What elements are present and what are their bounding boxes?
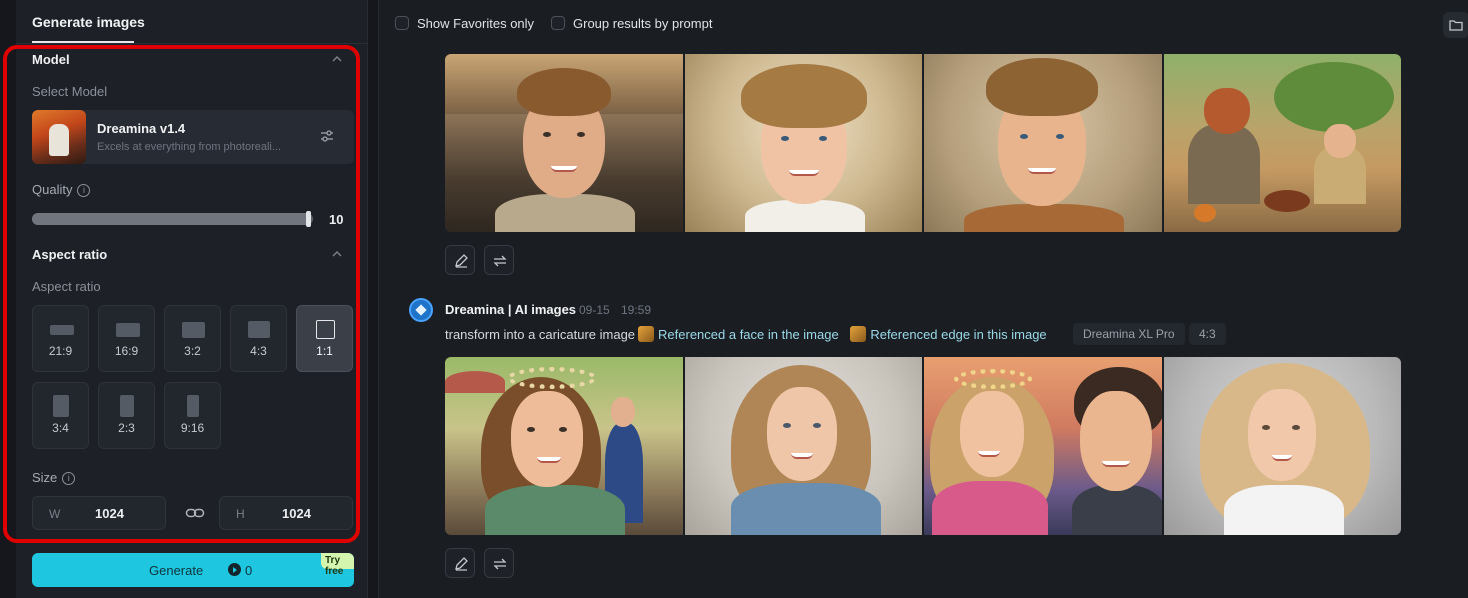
aspect-section-title: Aspect ratio [32, 247, 108, 262]
ratio-option-16-9[interactable]: 16:9 [98, 305, 155, 372]
generate-label: Generate [149, 563, 204, 578]
chevron-up-icon[interactable] [332, 54, 342, 64]
ratio-option-21-9[interactable]: 21:9 [32, 305, 89, 372]
dreamina-app: Generate images Model Select Model Dream… [0, 0, 1468, 598]
size-label-row: Size i [32, 470, 76, 485]
ratio-option-4-3[interactable]: 4:3 [230, 305, 287, 372]
quality-label-row: Quality i [32, 182, 91, 197]
edit-icon [455, 557, 468, 571]
result-image[interactable] [684, 54, 922, 232]
model-section-title: Model [32, 52, 70, 67]
link-icon[interactable] [185, 505, 205, 521]
result-image[interactable] [445, 357, 683, 535]
reference-image-icon [638, 326, 655, 342]
result-date: 09-15 [579, 303, 610, 317]
dreamina-avatar [409, 298, 433, 322]
height-value: 1024 [282, 506, 311, 521]
width-prefix: W [49, 507, 61, 521]
generate-cost: 0 [245, 563, 253, 578]
width-value: 1024 [95, 506, 124, 521]
select-model-label: Select Model [32, 84, 108, 99]
result-image[interactable] [1163, 357, 1401, 535]
group-by-prompt-checkbox[interactable] [551, 16, 565, 30]
quality-slider[interactable] [32, 213, 313, 225]
ratio-option-3-2[interactable]: 3:2 [164, 305, 221, 372]
model-selector[interactable]: Dreamina v1.4 Excels at everything from … [32, 110, 354, 164]
aspect-ratio-label: Aspect ratio [32, 279, 101, 294]
width-input[interactable]: W 1024 [32, 496, 166, 530]
result-image[interactable] [924, 54, 1162, 232]
model-description: Excels at everything from photoreali... [97, 141, 282, 153]
generate-button[interactable]: Generate 0 Try free [32, 553, 354, 587]
ratio-option-9-16[interactable]: 9:16 [164, 382, 221, 449]
result-image-row-2 [445, 357, 1401, 535]
model-thumbnail [32, 110, 86, 164]
tab-underline [32, 41, 134, 43]
folder-icon [1449, 20, 1463, 31]
result-prompt-row: transform into a caricature image Referen… [445, 326, 1047, 342]
try-free-badge: Try free [321, 553, 354, 577]
ratio-option-1-1[interactable]: 1:1 [296, 305, 353, 372]
model-tag: Dreamina XL Pro [1073, 323, 1185, 345]
reference-image-icon [850, 326, 867, 342]
reference-face-text: Referenced a face in the image [658, 327, 839, 342]
result-time: 19:59 [621, 303, 652, 317]
result-author: Dreamina | AI images [445, 302, 577, 317]
result-image-row-1 [445, 54, 1401, 232]
quality-slider-fill [32, 213, 311, 225]
quality-value: 10 [329, 212, 344, 227]
ratio-option-3-4[interactable]: 3:4 [32, 382, 89, 449]
favorites-checkbox[interactable] [395, 16, 409, 30]
results-panel: Show Favorites only Group results by pro… [378, 0, 1468, 598]
result-image[interactable] [924, 357, 1162, 535]
settings-sliders-icon[interactable] [319, 128, 335, 144]
coin-icon [228, 563, 241, 576]
ratio-tag: 4:3 [1189, 323, 1226, 345]
reference-edge-text: Referenced edge in this image [870, 327, 1047, 342]
quality-label: Quality [32, 182, 73, 197]
chevron-up-icon[interactable] [332, 249, 342, 259]
info-icon[interactable]: i [62, 472, 76, 485]
regenerate-icon [493, 558, 507, 570]
regenerate-icon [493, 255, 507, 267]
result-image[interactable] [445, 54, 683, 232]
prompt-text: transform into a caricature image [445, 327, 636, 342]
model-name: Dreamina v1.4 [97, 121, 186, 136]
height-input[interactable]: H 1024 [219, 496, 353, 530]
result-image[interactable] [1163, 54, 1401, 232]
regenerate-button[interactable] [484, 548, 514, 578]
generate-panel: Generate images Model Select Model Dream… [16, 0, 368, 598]
edit-button[interactable] [445, 245, 475, 275]
result-image[interactable] [684, 357, 922, 535]
ratio-option-2-3[interactable]: 2:3 [98, 382, 155, 449]
edit-icon [455, 254, 468, 268]
tab-generate-images[interactable]: Generate images [32, 14, 145, 30]
edit-button[interactable] [445, 548, 475, 578]
height-prefix: H [236, 507, 245, 521]
regenerate-button[interactable] [484, 245, 514, 275]
info-icon[interactable]: i [77, 184, 91, 197]
panel-tabs: Generate images [16, 0, 367, 44]
group-by-prompt-label: Group results by prompt [573, 16, 713, 31]
size-label: Size [32, 470, 58, 485]
folder-button[interactable] [1443, 12, 1468, 38]
favorites-label: Show Favorites only [417, 16, 535, 31]
quality-slider-handle[interactable] [306, 211, 312, 227]
